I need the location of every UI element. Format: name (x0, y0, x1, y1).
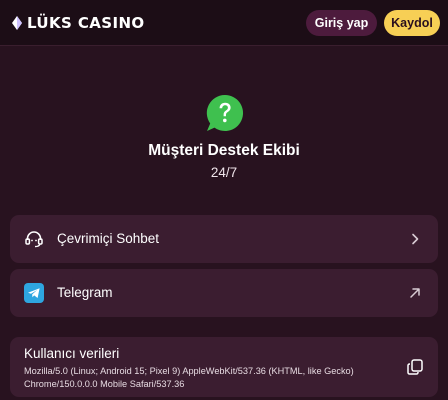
live-chat-item[interactable]: Çevrimiçi Sohbet (10, 215, 438, 263)
support-hours: 24/7 (210, 165, 238, 180)
support-title: Müşteri Destek Ekibi (148, 142, 300, 159)
top-header: LÜKS CASINO Giriş yap Kaydol (0, 0, 448, 46)
signup-button[interactable]: Kaydol (384, 10, 440, 36)
logo-text: LÜKS CASINO (27, 14, 145, 32)
user-data-title: Kullanıcı verileri (24, 346, 120, 361)
telegram-icon (24, 283, 44, 303)
user-agent-text: Mozilla/5.0 (Linux; Android 15; Pixel 9)… (24, 366, 354, 389)
site-logo[interactable]: LÜKS CASINO (12, 13, 145, 33)
headset-icon (25, 231, 43, 248)
live-chat-label: Çevrimiçi Sohbet (57, 231, 160, 246)
telegram-label: Telegram (57, 285, 113, 300)
chevron-right-icon (412, 233, 419, 245)
telegram-item[interactable]: Telegram (10, 269, 438, 317)
login-button[interactable]: Giriş yap (306, 10, 377, 36)
diamond-icon (12, 16, 22, 30)
user-data-card: Kullanıcı verileri Mozilla/5.0 (Linux; A… (10, 337, 438, 397)
copy-icon[interactable] (406, 358, 424, 376)
external-link-arrow-icon (410, 288, 420, 298)
whatsapp-question-icon (206, 94, 244, 131)
